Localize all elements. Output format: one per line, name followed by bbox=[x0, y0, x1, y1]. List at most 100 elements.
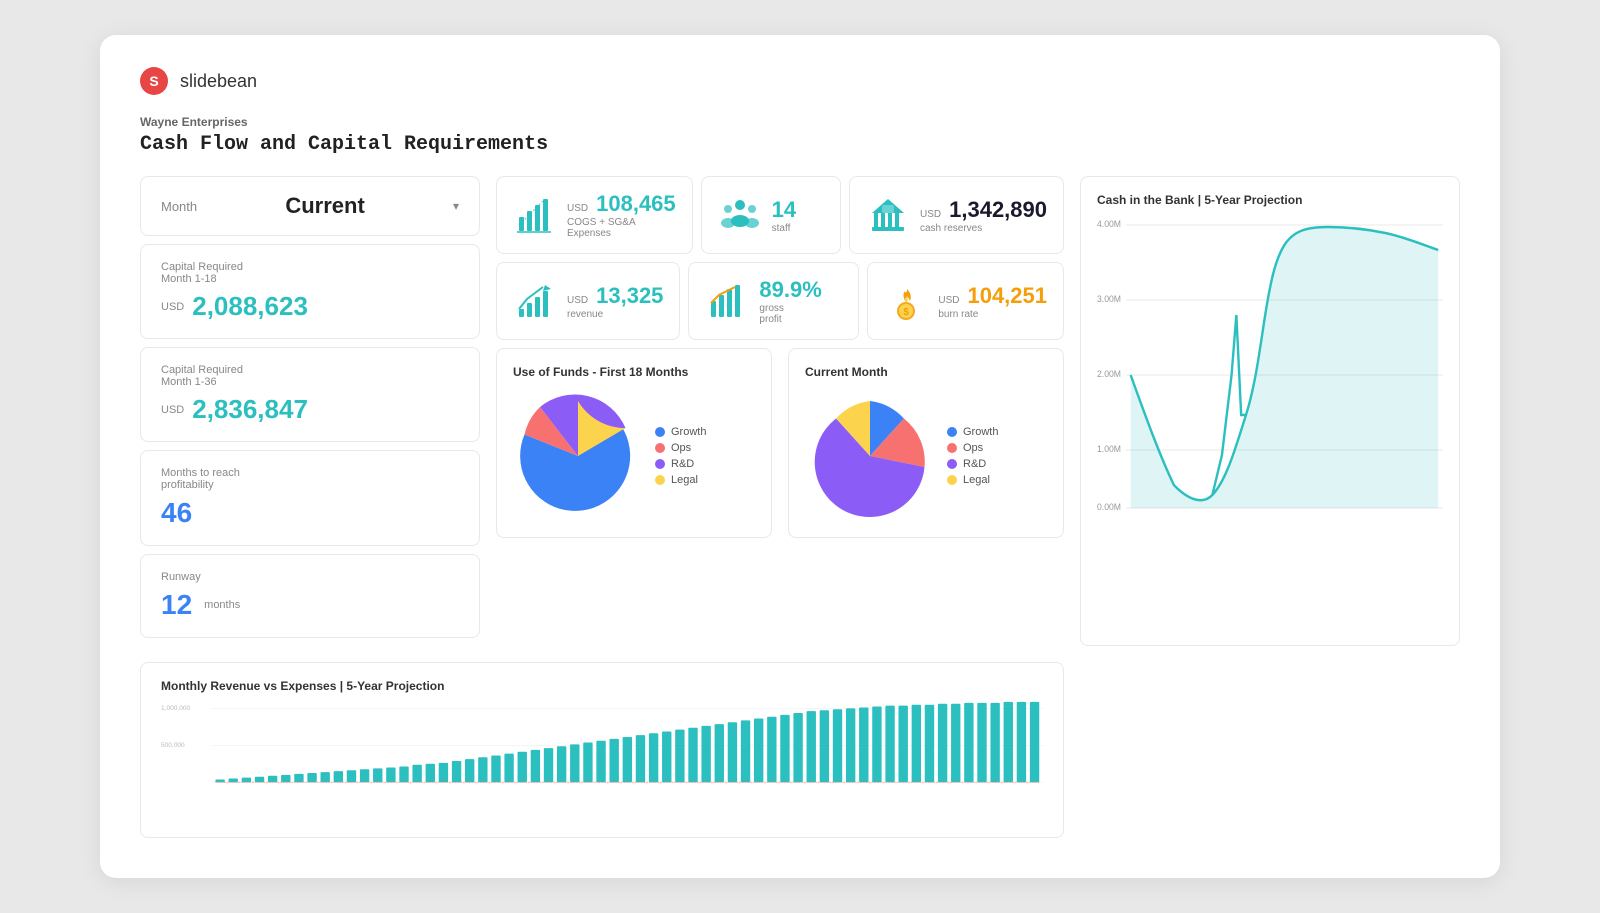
gross-profit-value: 89.9% bbox=[759, 277, 842, 303]
pie-chart-1-legend: Growth Ops R&D bbox=[655, 426, 706, 486]
pie-chart-1: Use of Funds - First 18 Months bbox=[496, 348, 772, 538]
legal-dot-2 bbox=[947, 475, 957, 485]
line-chart-title: Cash in the Bank | 5-Year Projection bbox=[1097, 193, 1443, 207]
burn-rate-content: USD 104,251 burn rate bbox=[938, 283, 1047, 320]
main-card: S slidebean Wayne Enterprises Cash Flow … bbox=[100, 35, 1500, 878]
legend-rd: R&D bbox=[655, 458, 706, 470]
pie-chart-2-title: Current Month bbox=[805, 365, 1047, 379]
logo-icon: S bbox=[140, 67, 168, 95]
gross-profit-stat: 89.9% grossprofit bbox=[688, 262, 859, 340]
line-chart-panel: Cash in the Bank | 5-Year Projection 4.0… bbox=[1080, 176, 1460, 646]
capital-required-1-36: Capital RequiredMonth 1-36 USD 2,836,847 bbox=[140, 347, 480, 442]
stat-usd: USD bbox=[938, 295, 959, 306]
page-title: Cash Flow and Capital Requirements bbox=[140, 133, 1460, 156]
legend-ops-2: Ops bbox=[947, 442, 998, 454]
burn-rate-desc: burn rate bbox=[938, 309, 1047, 320]
staff-content: 14 staff bbox=[772, 197, 824, 234]
gross-profit-icon bbox=[705, 279, 749, 323]
stat-usd: USD bbox=[920, 209, 941, 220]
pie-chart-1-title: Use of Funds - First 18 Months bbox=[513, 365, 755, 379]
line-chart-svg: 4.00M 3.00M 2.00M 1.00M 0.00M bbox=[1097, 215, 1443, 515]
metric-value: 2,836,847 bbox=[192, 394, 308, 425]
metric-value: 46 bbox=[161, 497, 192, 528]
bar-chart-wrap: 1,000,000 500,000 bbox=[161, 701, 1043, 821]
staff-stat: 14 staff bbox=[701, 176, 841, 254]
burn-rate-value: 104,251 bbox=[967, 283, 1047, 309]
metric-usd: USD bbox=[161, 301, 184, 313]
legend-rd-label-2: R&D bbox=[963, 458, 986, 470]
legend-ops-label-2: Ops bbox=[963, 442, 983, 454]
svg-text:0.00M: 0.00M bbox=[1097, 502, 1121, 512]
svg-text:4.00M: 4.00M bbox=[1097, 219, 1121, 229]
months-to-profitability: Months to reachprofitability 46 bbox=[140, 450, 480, 546]
left-panel: Month Current ▾ Capital RequiredMonth 1-… bbox=[140, 176, 480, 646]
legend-ops-label: Ops bbox=[671, 442, 691, 454]
cash-reserves-content: USD 1,342,890 cash reserves bbox=[920, 197, 1047, 234]
cash-reserves-desc: cash reserves bbox=[920, 223, 1047, 234]
pie-chart-1-container: Growth Ops R&D bbox=[513, 391, 755, 521]
metric-usd: USD bbox=[161, 404, 184, 416]
metric-unit: months bbox=[204, 599, 240, 611]
cash-reserves-stat: USD 1,342,890 cash reserves bbox=[849, 176, 1064, 254]
revenue-stat: USD 13,325 revenue bbox=[496, 262, 680, 340]
cash-reserves-value: 1,342,890 bbox=[949, 197, 1047, 223]
bar-chart-area: Monthly Revenue vs Expenses | 5-Year Pro… bbox=[140, 662, 1064, 838]
revenue-icon bbox=[513, 279, 557, 323]
runway: Runway 12 months bbox=[140, 554, 480, 638]
legend-rd-2: R&D bbox=[947, 458, 998, 470]
bar-chart-icon bbox=[513, 193, 557, 237]
metric-value: 2,088,623 bbox=[192, 291, 308, 322]
ops-dot-2 bbox=[947, 443, 957, 453]
svg-text:500,000: 500,000 bbox=[161, 742, 185, 749]
revenue-value: 13,325 bbox=[596, 283, 663, 309]
svg-text:1.00M: 1.00M bbox=[1097, 444, 1121, 454]
legend-rd-label: R&D bbox=[671, 458, 694, 470]
bottom-stats-row: USD 13,325 revenue bbox=[496, 262, 1064, 340]
pie-chart-2: Current Month bbox=[788, 348, 1064, 538]
pie-chart-1-svg bbox=[513, 391, 643, 521]
legend-growth-2: Growth bbox=[947, 426, 998, 438]
cogs-value: 108,465 bbox=[596, 191, 676, 217]
bar-chart-svg: 1,000,000 500,000 bbox=[161, 701, 1043, 821]
legend-growth-label-2: Growth bbox=[963, 426, 998, 438]
bar-chart-section: Monthly Revenue vs Expenses | 5-Year Pro… bbox=[140, 654, 1064, 838]
month-value: Current bbox=[285, 193, 364, 219]
growth-dot bbox=[655, 427, 665, 437]
bar-chart-title: Monthly Revenue vs Expenses | 5-Year Pro… bbox=[161, 679, 1043, 693]
svg-text:3.00M: 3.00M bbox=[1097, 294, 1121, 304]
svg-text:$: $ bbox=[904, 307, 910, 318]
company-name: Wayne Enterprises bbox=[140, 115, 1460, 129]
legend-growth-label: Growth bbox=[671, 426, 706, 438]
legend-legal-label-2: Legal bbox=[963, 474, 990, 486]
capital-required-1-18: Capital RequiredMonth 1-18 USD 2,088,623 bbox=[140, 244, 480, 339]
month-selector[interactable]: Month Current ▾ bbox=[140, 176, 480, 236]
cogs-stat: USD 108,465 COGS + SG&AExpenses bbox=[496, 176, 693, 254]
metric-label: Months to reachprofitability bbox=[161, 467, 459, 491]
fire-icon: $ bbox=[884, 279, 928, 323]
svg-text:2.00M: 2.00M bbox=[1097, 369, 1121, 379]
charts-area: Use of Funds - First 18 Months bbox=[496, 348, 1064, 538]
metric-label: Runway bbox=[161, 571, 459, 583]
bank-icon bbox=[866, 193, 910, 237]
rd-dot bbox=[655, 459, 665, 469]
spacer bbox=[1080, 654, 1460, 838]
stat-usd: USD bbox=[567, 295, 588, 306]
ops-dot bbox=[655, 443, 665, 453]
top-stats-row: USD 108,465 COGS + SG&AExpenses bbox=[496, 176, 1064, 254]
cogs-content: USD 108,465 COGS + SG&AExpenses bbox=[567, 191, 676, 239]
burn-rate-stat: $ USD 104,251 burn rate bbox=[867, 262, 1064, 340]
legend-legal-label: Legal bbox=[671, 474, 698, 486]
revenue-content: USD 13,325 revenue bbox=[567, 283, 663, 320]
logo-name: slidebean bbox=[180, 71, 257, 92]
legend-legal-2: Legal bbox=[947, 474, 998, 486]
pie-chart-2-container: Growth Ops R&D bbox=[805, 391, 1047, 521]
stat-usd: USD bbox=[567, 203, 588, 214]
metric-label: Capital RequiredMonth 1-36 bbox=[161, 364, 459, 388]
rd-dot-2 bbox=[947, 459, 957, 469]
stats-panel: USD 108,465 COGS + SG&AExpenses bbox=[496, 176, 1064, 646]
svg-text:1,000,000: 1,000,000 bbox=[161, 705, 191, 712]
main-grid: Month Current ▾ Capital RequiredMonth 1-… bbox=[140, 176, 1460, 646]
gross-profit-content: 89.9% grossprofit bbox=[759, 277, 842, 325]
full-bottom: Monthly Revenue vs Expenses | 5-Year Pro… bbox=[140, 654, 1460, 838]
app-header: S slidebean bbox=[140, 67, 1460, 95]
